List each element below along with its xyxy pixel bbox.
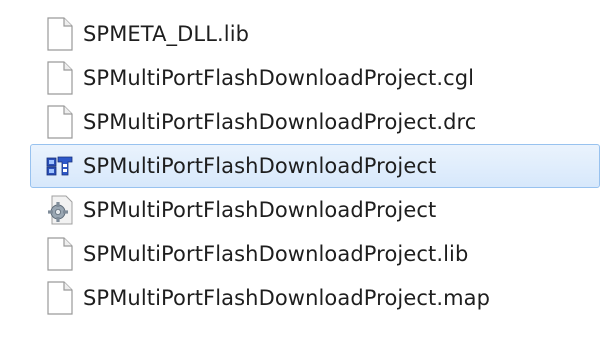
- blank-file-icon: [45, 280, 75, 316]
- file-row[interactable]: SPMultiPortFlashDownloadProject: [30, 188, 600, 232]
- file-name: SPMultiPortFlashDownloadProject.lib: [83, 242, 469, 266]
- file-row[interactable]: SPMultiPortFlashDownloadProject.lib: [30, 232, 600, 276]
- file-row[interactable]: SPMultiPortFlashDownloadProject.map: [30, 276, 600, 320]
- file-row-selected[interactable]: SPMultiPortFlashDownloadProject: [30, 144, 600, 188]
- file-name: SPMultiPortFlashDownloadProject: [83, 198, 437, 222]
- file-name: SPMultiPortFlashDownloadProject.drc: [83, 110, 477, 134]
- file-name: SPMultiPortFlashDownloadProject: [83, 154, 437, 178]
- file-name: SPMultiPortFlashDownloadProject.map: [83, 286, 491, 310]
- blank-file-icon: [45, 16, 75, 52]
- file-name: SPMETA_DLL.lib: [83, 22, 250, 46]
- file-list: SPMETA_DLL.lib SPMultiPortFlashDownloadP…: [30, 12, 600, 320]
- file-row[interactable]: SPMultiPortFlashDownloadProject.drc: [30, 100, 600, 144]
- blank-file-icon: [45, 60, 75, 96]
- blank-file-icon: [45, 104, 75, 140]
- config-gear-file-icon: [45, 192, 75, 228]
- file-name: SPMultiPortFlashDownloadProject.cgl: [83, 66, 475, 90]
- file-row[interactable]: SPMETA_DLL.lib: [30, 12, 600, 56]
- file-row[interactable]: SPMultiPortFlashDownloadProject.cgl: [30, 56, 600, 100]
- application-icon: [45, 148, 75, 184]
- blank-file-icon: [45, 236, 75, 272]
